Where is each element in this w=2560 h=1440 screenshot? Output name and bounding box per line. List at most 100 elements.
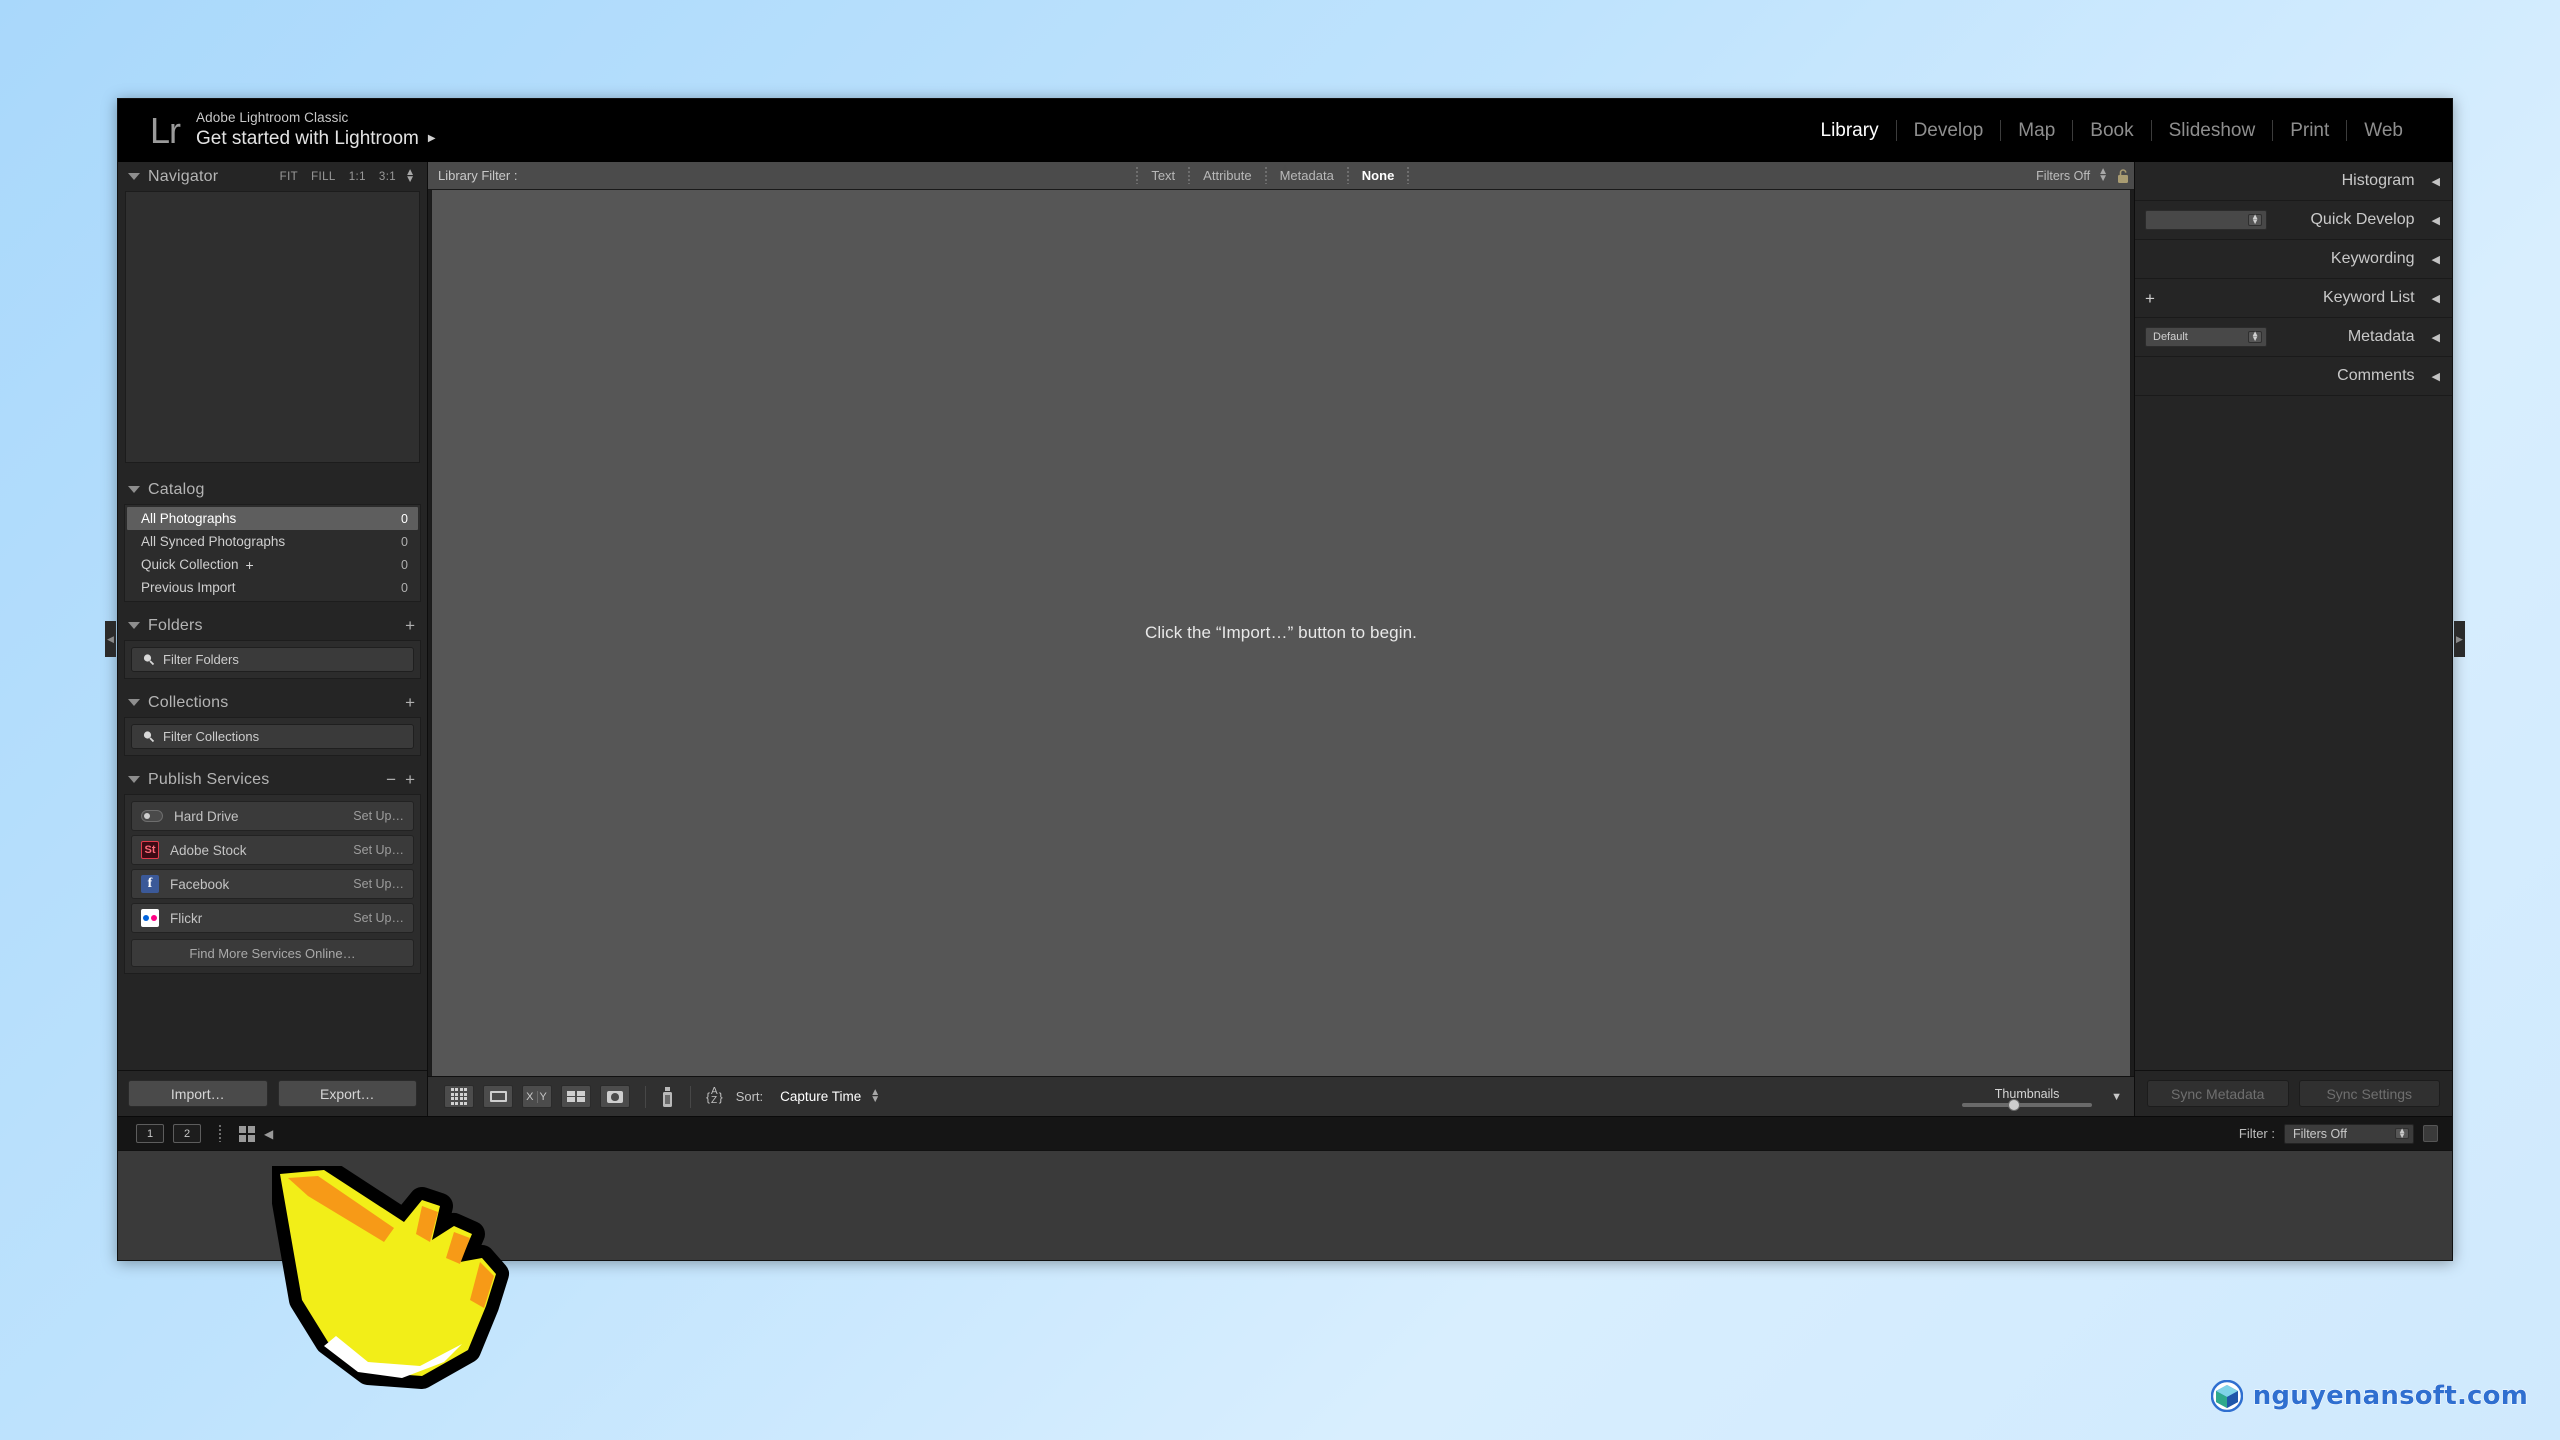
panel-quick-develop[interactable]: ▲ ▼ Quick Develop ◀ bbox=[2135, 201, 2452, 240]
select-stepper-icon[interactable]: ▲ ▼ bbox=[2395, 1126, 2409, 1140]
publish-services-header[interactable]: Publish Services − + bbox=[124, 765, 421, 794]
quick-develop-preset-select[interactable]: ▲ ▼ bbox=[2145, 210, 2267, 230]
triangle-down-icon[interactable] bbox=[128, 699, 140, 706]
zoom-stepper-icon[interactable]: ▲ ▼ bbox=[405, 168, 415, 185]
chevron-right-icon[interactable]: ▶ bbox=[428, 133, 436, 146]
loupe-view-icon[interactable] bbox=[483, 1085, 513, 1108]
people-view-icon[interactable] bbox=[600, 1085, 630, 1108]
triangle-left-icon[interactable]: ◀ bbox=[2432, 370, 2440, 383]
module-slideshow[interactable]: Slideshow bbox=[2152, 120, 2273, 142]
thumbnail-size-slider[interactable] bbox=[1962, 1098, 2093, 1111]
filmstrip-filter-value: Filters Off bbox=[2293, 1126, 2347, 1141]
module-web[interactable]: Web bbox=[2347, 120, 2420, 142]
folders-header[interactable]: Folders + bbox=[124, 611, 421, 640]
catalog-item-all-photographs[interactable]: All Photographs 0 bbox=[127, 507, 418, 530]
spray-can-icon[interactable] bbox=[661, 1086, 675, 1108]
set-up-link[interactable]: Set Up… bbox=[353, 843, 404, 857]
grid-view-icon[interactable] bbox=[444, 1085, 474, 1108]
filmstrip[interactable] bbox=[118, 1150, 2452, 1260]
second-monitor-button[interactable]: 2 bbox=[173, 1124, 201, 1143]
export-button[interactable]: Export… bbox=[277, 1080, 417, 1107]
module-book[interactable]: Book bbox=[2073, 120, 2150, 142]
publish-service-adobe-stock[interactable]: St Adobe Stock Set Up… bbox=[131, 835, 414, 865]
filter-tab-text[interactable]: Text bbox=[1147, 168, 1179, 183]
add-keyword-icon[interactable]: + bbox=[2145, 290, 2155, 307]
triangle-down-icon[interactable] bbox=[128, 622, 140, 629]
panel-keywording[interactable]: Keywording ◀ bbox=[2135, 240, 2452, 279]
sync-metadata-button[interactable]: Sync Metadata bbox=[2147, 1080, 2289, 1107]
set-up-link[interactable]: Set Up… bbox=[353, 877, 404, 891]
chevron-down-icon[interactable]: ▼ bbox=[2111, 1091, 2122, 1103]
triangle-left-icon[interactable]: ◀ bbox=[2432, 253, 2440, 266]
triangle-left-icon[interactable]: ◀ bbox=[2432, 175, 2440, 188]
catalog-item-all-synced-photographs[interactable]: All Synced Photographs 0 bbox=[127, 530, 418, 553]
sync-settings-button[interactable]: Sync Settings bbox=[2298, 1080, 2440, 1107]
add-collection-icon[interactable]: + bbox=[405, 694, 415, 711]
identity-plate[interactable]: Adobe Lightroom Classic Get started with… bbox=[196, 110, 436, 151]
filters-stepper-icon[interactable]: ▲ ▼ bbox=[2098, 167, 2108, 184]
filter-tab-none[interactable]: None bbox=[1358, 168, 1399, 183]
filters-state-control[interactable]: Filters Off ▲ ▼ bbox=[2036, 167, 2130, 184]
sort-stepper-icon[interactable]: ▲ ▼ bbox=[870, 1088, 880, 1105]
top-panel-toggle-arrow[interactable]: ▲ bbox=[1280, 162, 1291, 174]
filter-folders-input[interactable]: Filter Folders bbox=[131, 647, 414, 672]
triangle-left-icon[interactable]: ◀ bbox=[2432, 292, 2440, 305]
import-button[interactable]: Import… bbox=[128, 1080, 268, 1107]
remove-service-icon[interactable]: − bbox=[386, 771, 396, 788]
triangle-down-icon[interactable] bbox=[128, 776, 140, 783]
right-panel-toggle-arrow[interactable]: ▶ bbox=[2454, 621, 2465, 657]
module-map[interactable]: Map bbox=[2001, 120, 2072, 142]
module-library[interactable]: Library bbox=[1804, 120, 1896, 142]
zoom-3-1[interactable]: 3:1 bbox=[379, 171, 396, 183]
set-up-link[interactable]: Set Up… bbox=[353, 911, 404, 925]
publish-service-facebook[interactable]: f Facebook Set Up… bbox=[131, 869, 414, 899]
publish-service-flickr[interactable]: Flickr Set Up… bbox=[131, 903, 414, 933]
unlocked-padlock-icon[interactable] bbox=[2116, 168, 2130, 184]
module-print[interactable]: Print bbox=[2273, 120, 2346, 142]
thumbnail-size-control[interactable]: Thumbnails bbox=[1953, 1086, 2101, 1111]
catalog-item-quick-collection[interactable]: Quick Collection + 0 bbox=[127, 553, 418, 576]
thumbnails-label: Thumbnails bbox=[1994, 1086, 2060, 1101]
a-z-sort-icon[interactable]: { A Z } bbox=[706, 1087, 723, 1105]
left-panel-toggle-arrow[interactable]: ◀ bbox=[105, 621, 116, 657]
publish-service-hard-drive[interactable]: Hard Drive Set Up… bbox=[131, 801, 414, 831]
module-develop[interactable]: Develop bbox=[1897, 120, 2001, 142]
select-stepper-icon[interactable]: ▲ ▼ bbox=[2248, 330, 2262, 343]
quick-collection-plus-icon[interactable]: + bbox=[246, 557, 254, 573]
filmstrip-grid-icon[interactable] bbox=[239, 1125, 255, 1142]
panel-metadata[interactable]: Default ▲ ▼ Metadata ◀ bbox=[2135, 318, 2452, 357]
survey-view-icon[interactable] bbox=[561, 1085, 591, 1108]
add-folder-icon[interactable]: + bbox=[405, 617, 415, 634]
catalog-header[interactable]: Catalog bbox=[124, 475, 421, 504]
main-monitor-button[interactable]: 1 bbox=[136, 1124, 164, 1143]
slider-handle[interactable] bbox=[2007, 1098, 2020, 1111]
set-up-link[interactable]: Set Up… bbox=[353, 809, 404, 823]
content-area[interactable]: Click the “Import…” button to begin. bbox=[431, 190, 2131, 1076]
catalog-item-count: 0 bbox=[401, 580, 408, 595]
zoom-1-1[interactable]: 1:1 bbox=[349, 171, 366, 183]
navigator-header[interactable]: Navigator FIT FILL 1:1 3:1 ▲ ▼ bbox=[124, 162, 421, 191]
triangle-left-icon[interactable]: ◀ bbox=[2432, 331, 2440, 344]
catalog-item-previous-import[interactable]: Previous Import 0 bbox=[127, 576, 418, 599]
zoom-fit[interactable]: FIT bbox=[280, 171, 298, 183]
triangle-down-icon[interactable] bbox=[128, 173, 140, 180]
navigator-preview[interactable] bbox=[125, 191, 420, 463]
panel-comments[interactable]: Comments ◀ bbox=[2135, 357, 2452, 396]
triangle-left-icon[interactable]: ◀ bbox=[2432, 214, 2440, 227]
triangle-down-icon[interactable] bbox=[128, 486, 140, 493]
metadata-preset-select[interactable]: Default ▲ ▼ bbox=[2145, 327, 2267, 347]
panel-histogram[interactable]: Histogram ◀ bbox=[2135, 162, 2452, 201]
sort-value[interactable]: Capture Time bbox=[780, 1089, 861, 1104]
filmstrip-badge-icon[interactable] bbox=[2423, 1125, 2438, 1142]
filmstrip-filter-select[interactable]: Filters Off ▲ ▼ bbox=[2284, 1123, 2414, 1144]
compare-view-icon[interactable]: XY bbox=[522, 1085, 552, 1108]
filter-collections-input[interactable]: Filter Collections bbox=[131, 724, 414, 749]
filter-tab-attribute[interactable]: Attribute bbox=[1199, 168, 1255, 183]
back-arrow-icon[interactable]: ◀ bbox=[264, 1127, 273, 1141]
zoom-fill[interactable]: FILL bbox=[311, 171, 336, 183]
panel-keyword-list[interactable]: + Keyword List ◀ bbox=[2135, 279, 2452, 318]
find-more-services-button[interactable]: Find More Services Online… bbox=[131, 939, 414, 967]
add-service-icon[interactable]: + bbox=[405, 771, 415, 788]
select-stepper-icon[interactable]: ▲ ▼ bbox=[2248, 213, 2262, 226]
collections-header[interactable]: Collections + bbox=[124, 688, 421, 717]
